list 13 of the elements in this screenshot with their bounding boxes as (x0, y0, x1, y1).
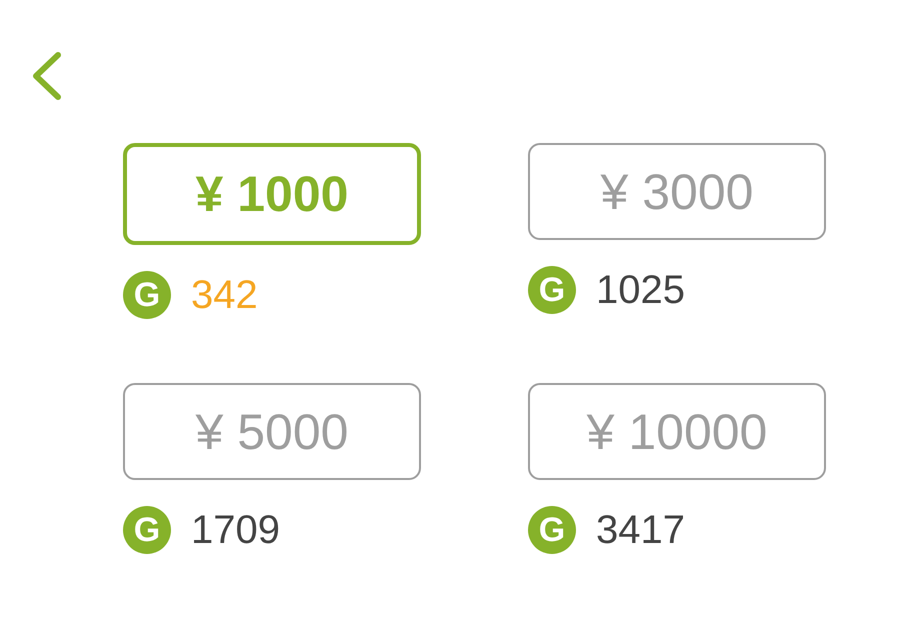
coin-icon: G (528, 266, 576, 314)
coin-icon: G (123, 506, 171, 554)
price-option[interactable]: ¥ 1000 (123, 143, 421, 245)
coin-icon: G (528, 506, 576, 554)
coin-amount: 342 (191, 272, 258, 318)
coin-amount: 3417 (596, 508, 685, 552)
back-icon[interactable] (30, 51, 64, 101)
coin-amount: 1025 (596, 268, 685, 312)
coin-amount: 1709 (191, 508, 280, 552)
price-option[interactable]: ¥ 3000 (528, 143, 826, 240)
coin-icon: G (123, 271, 171, 319)
price-option[interactable]: ¥ 10000 (528, 383, 826, 480)
price-option[interactable]: ¥ 5000 (123, 383, 421, 480)
